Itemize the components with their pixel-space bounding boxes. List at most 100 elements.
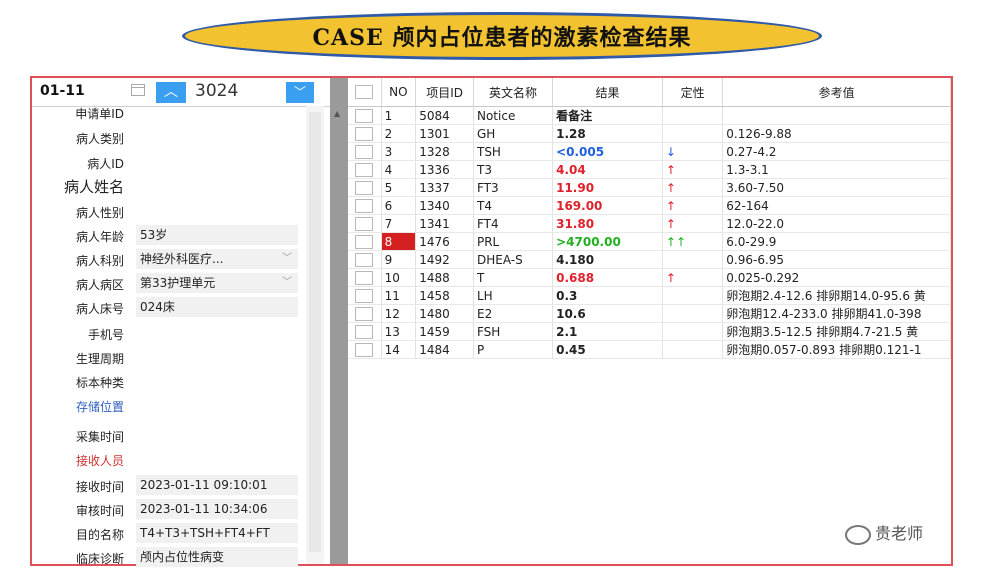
- table-row[interactable]: 5 1337 FT3 11.90 ↑ 3.60-7.50: [348, 178, 951, 197]
- field-value[interactable]: T4+T3+TSH+FT4+FT: [136, 523, 298, 543]
- row-checkbox-cell[interactable]: [348, 340, 382, 359]
- row-checkbox-cell[interactable]: [348, 214, 382, 233]
- table-row[interactable]: 12 1480 E2 10.6 卵泡期12.4-233.0 排卵期41.0-398: [348, 304, 951, 323]
- field-label: 标本种类: [75, 376, 124, 390]
- field-value-text: 2023-01-11 09:10:01: [140, 478, 268, 492]
- field-label: 临床诊断: [75, 552, 124, 566]
- sample-number-field[interactable]: 3024: [195, 81, 238, 101]
- chevron-up-icon[interactable]: ︿: [156, 82, 186, 103]
- table-row[interactable]: 7 1341 FT4 31.80 ↑ 12.0-22.0: [348, 214, 951, 233]
- row-checkbox[interactable]: [355, 324, 374, 339]
- row-checkbox-cell[interactable]: [348, 232, 382, 251]
- row-checkbox[interactable]: [355, 288, 374, 303]
- chevron-down-icon[interactable]: ﹀: [282, 273, 292, 293]
- cell-item-id: 1459: [415, 322, 474, 341]
- cell-reference: 0.025-0.292: [722, 268, 951, 287]
- cell-no: 4: [381, 160, 417, 179]
- cell-result: 31.80: [552, 214, 663, 233]
- cell-reference: 卵泡期0.057-0.893 排卵期0.121-1: [722, 340, 951, 359]
- cell-result: 11.90: [552, 178, 663, 197]
- row-checkbox-cell[interactable]: [348, 178, 382, 197]
- header-reference[interactable]: 参考值: [722, 78, 951, 107]
- cell-qualitative: ↑: [662, 160, 724, 179]
- row-checkbox[interactable]: [355, 108, 374, 123]
- field-value[interactable]: 第33护理单元 ﹀: [136, 273, 298, 293]
- row-checkbox[interactable]: [355, 180, 374, 195]
- cell-no: 9: [381, 250, 417, 269]
- chevron-down-icon[interactable]: ﹀: [286, 82, 314, 103]
- row-checkbox[interactable]: [355, 342, 374, 357]
- row-checkbox-cell[interactable]: [348, 160, 382, 179]
- field-value[interactable]: 2023-01-11 09:10:01: [136, 475, 298, 495]
- row-checkbox[interactable]: [355, 270, 374, 285]
- calendar-icon[interactable]: [131, 84, 145, 96]
- row-checkbox[interactable]: [355, 144, 374, 159]
- splitter-bar[interactable]: ▲: [330, 78, 348, 564]
- row-checkbox-cell[interactable]: [348, 142, 382, 161]
- date-field[interactable]: 01-11: [40, 83, 85, 99]
- field-value[interactable]: 颅内占位性病变: [136, 547, 298, 567]
- row-checkbox[interactable]: [355, 216, 374, 231]
- table-row[interactable]: 8 1476 PRL >4700.00 ↑↑ 6.0-29.9: [348, 232, 951, 251]
- row-checkbox[interactable]: [355, 162, 374, 177]
- field-value[interactable]: 53岁: [136, 225, 298, 245]
- select-all-cell[interactable]: [348, 78, 382, 107]
- table-row[interactable]: 13 1459 FSH 2.1 卵泡期3.5-12.5 排卵期4.7-21.5 黄: [348, 322, 951, 341]
- row-checkbox[interactable]: [355, 234, 374, 249]
- row-checkbox-cell[interactable]: [348, 196, 382, 215]
- header-result[interactable]: 结果: [552, 78, 663, 107]
- cell-english-name: FT4: [473, 214, 554, 233]
- chevron-down-icon[interactable]: ﹀: [282, 249, 292, 269]
- row-checkbox-cell[interactable]: [348, 304, 382, 323]
- field-value[interactable]: 神经外科医疗... ﹀: [136, 249, 298, 269]
- cell-no: 3: [381, 142, 417, 161]
- field-value[interactable]: 2023-01-11 10:34:06: [136, 499, 298, 519]
- panel-scrollbar[interactable]: [306, 106, 324, 564]
- cell-qualitative: ↑↑: [662, 232, 724, 251]
- table-row[interactable]: 14 1484 P 0.45 卵泡期0.057-0.893 排卵期0.121-1: [348, 340, 951, 359]
- header-no[interactable]: NO: [381, 78, 417, 107]
- cell-qualitative: ↑: [662, 214, 724, 233]
- table-row[interactable]: 11 1458 LH 0.3 卵泡期2.4-12.6 排卵期14.0-95.6 黄: [348, 286, 951, 305]
- cell-reference: 6.0-29.9: [722, 232, 951, 251]
- table-row[interactable]: 3 1328 TSH <0.005 ↓ 0.27-4.2: [348, 142, 951, 161]
- lis-window: 01-11 ︿ 3024 ﹀ 申请单ID 病人类别 病人ID 病人姓名 病人性别 病人年龄…: [30, 76, 953, 567]
- row-checkbox-cell[interactable]: [348, 106, 382, 125]
- row-checkbox-cell[interactable]: [348, 250, 382, 269]
- field-label: 病人类别: [75, 132, 124, 146]
- header-qualitative[interactable]: 定性: [662, 78, 724, 107]
- row-checkbox-cell[interactable]: [348, 124, 382, 143]
- field-label: 存储位置: [75, 400, 124, 414]
- row-checkbox-cell[interactable]: [348, 286, 382, 305]
- cell-no: 1: [381, 106, 417, 125]
- row-checkbox-cell[interactable]: [348, 322, 382, 341]
- cell-reference: 卵泡期12.4-233.0 排卵期41.0-398: [722, 304, 951, 323]
- cell-no: 12: [381, 304, 417, 323]
- field-label: 病人性别: [75, 206, 124, 220]
- cell-result: 看备注: [552, 106, 663, 125]
- table-row[interactable]: 1 5084 Notice 看备注: [348, 106, 951, 125]
- table-row[interactable]: 4 1336 T3 4.04 ↑ 1.3-3.1: [348, 160, 951, 179]
- row-checkbox[interactable]: [355, 252, 374, 267]
- field-value[interactable]: 024床: [136, 297, 298, 317]
- table-row[interactable]: 2 1301 GH 1.28 0.126-9.88: [348, 124, 951, 143]
- cell-no: 13: [381, 322, 417, 341]
- table-row[interactable]: 6 1340 T4 169.00 ↑ 62-164: [348, 196, 951, 215]
- cell-result: 2.1: [552, 322, 663, 341]
- field-label: 病人科别: [75, 254, 124, 268]
- header-item-id[interactable]: 项目ID: [415, 78, 474, 107]
- cell-reference: [722, 106, 951, 125]
- cell-qualitative: ↑: [662, 268, 724, 287]
- row-checkbox[interactable]: [355, 198, 374, 213]
- header-english-name[interactable]: 英文名称: [473, 78, 554, 107]
- row-checkbox[interactable]: [355, 306, 374, 321]
- row-checkbox[interactable]: [355, 126, 374, 141]
- select-all-checkbox[interactable]: [355, 85, 374, 99]
- table-row[interactable]: 10 1488 T 0.688 ↑ 0.025-0.292: [348, 268, 951, 287]
- table-row[interactable]: 9 1492 DHEA-S 4.180 0.96-6.95: [348, 250, 951, 269]
- field-label: 病人ID: [87, 157, 124, 171]
- row-checkbox-cell[interactable]: [348, 268, 382, 287]
- field-value-text: 第33护理单元: [140, 276, 216, 290]
- cell-item-id: 1336: [415, 160, 474, 179]
- cell-result: 0.688: [552, 268, 663, 287]
